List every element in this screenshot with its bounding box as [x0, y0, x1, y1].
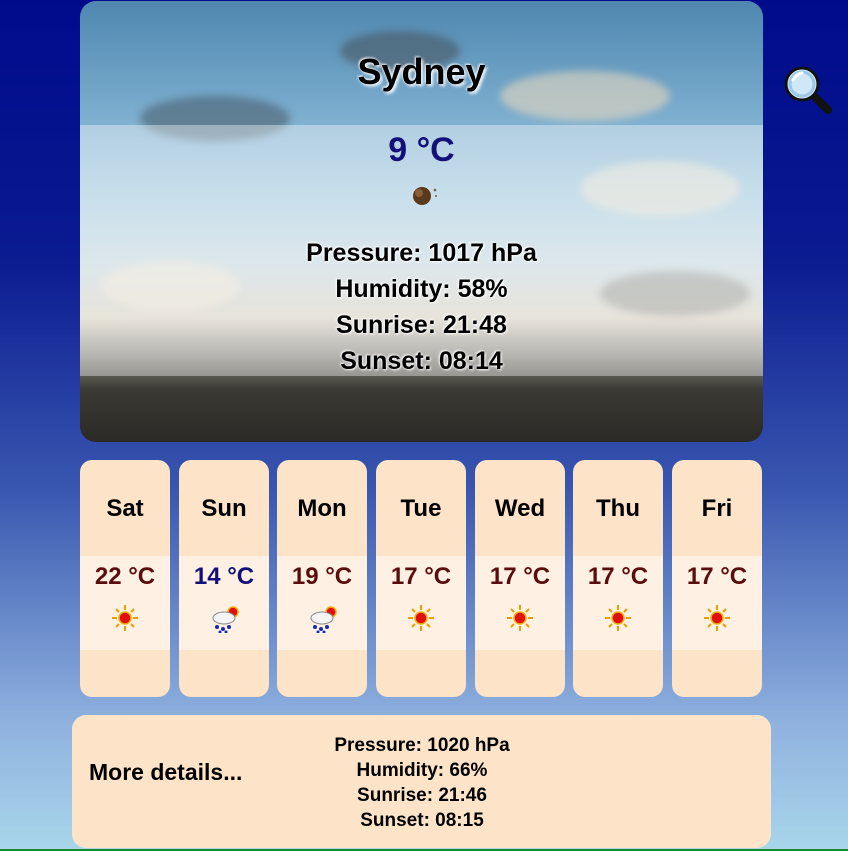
forecast-day-name: Mon — [297, 495, 347, 522]
sun-icon — [603, 603, 633, 633]
forecast-day-name: Sat — [106, 495, 144, 522]
forecast-day-name: Thu — [596, 495, 640, 522]
more-details-link[interactable]: More details... — [89, 759, 242, 786]
rain-sun-icon — [209, 603, 239, 634]
forecast-temperature: 17 °C — [390, 563, 452, 590]
forecast-day-name: Wed — [494, 495, 546, 522]
forecast-day-tue: Tue 17 °C — [376, 460, 466, 697]
current-sunrise: Sunrise: 21:48 — [336, 311, 507, 339]
moon-night-icon — [410, 184, 440, 211]
current-pressure: Pressure: 1017 hPa — [306, 239, 537, 267]
forecast-day-sun: Sun 14 °C — [179, 460, 269, 697]
sun-icon — [505, 603, 535, 633]
forecast-temperature: 14 °C — [193, 563, 255, 590]
search-icon[interactable] — [782, 64, 834, 116]
forecast-day-name: Fri — [701, 495, 733, 522]
forecast-temperature: 17 °C — [686, 563, 748, 590]
forecast-day-mon: Mon 19 °C — [277, 460, 367, 697]
forecast-temperature: 17 °C — [587, 563, 649, 590]
rain-sun-icon — [307, 603, 337, 634]
city-name: Sydney — [357, 51, 486, 92]
current-humidity: Humidity: 58% — [335, 275, 508, 303]
sun-icon — [702, 603, 732, 633]
sun-icon — [406, 603, 436, 633]
forecast-day-thu: Thu 17 °C — [573, 460, 663, 697]
forecast-day-name: Tue — [400, 495, 442, 522]
more-details-panel: More details... Pressure: 1020 hPa Humid… — [72, 715, 771, 848]
forecast-day-sat: Sat 22 °C — [80, 460, 170, 697]
current-details: Pressure: 1017 hPa Humidity: 58% Sunrise… — [80, 235, 763, 379]
more-sunrise: Sunrise: 21:46 — [357, 785, 487, 806]
forecast-temperature: 22 °C — [94, 563, 156, 590]
more-sunset: Sunset: 08:15 — [360, 810, 484, 831]
current-weather-card: Sydney 9 °C Pressure: 1017 hPa Humidity:… — [80, 1, 763, 442]
more-details-info: Pressure: 1020 hPa Humidity: 66% Sunrise… — [272, 733, 572, 833]
more-humidity: Humidity: 66% — [356, 760, 488, 781]
forecast-temperature: 19 °C — [291, 563, 353, 590]
sun-icon — [110, 603, 140, 633]
forecast-day-wed: Wed 17 °C — [475, 460, 565, 697]
forecast-temperature: 17 °C — [489, 563, 551, 590]
current-temperature: 9 °C — [388, 131, 455, 169]
forecast-day-fri: Fri 17 °C — [672, 460, 762, 697]
more-pressure: Pressure: 1020 hPa — [334, 735, 510, 756]
current-sunset: Sunset: 08:14 — [340, 347, 503, 375]
forecast-day-name: Sun — [201, 495, 247, 522]
